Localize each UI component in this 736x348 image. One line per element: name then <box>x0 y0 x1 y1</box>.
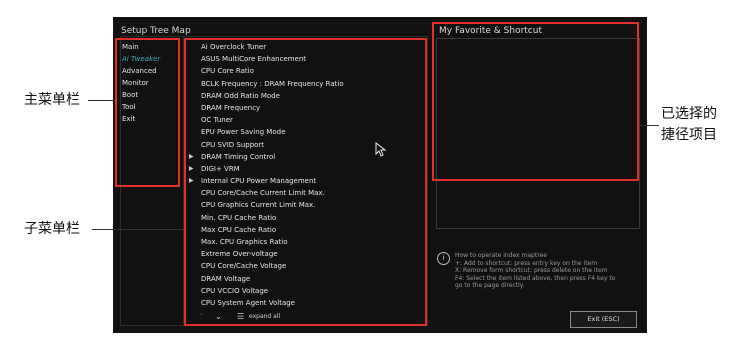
selected-shortcut-annotation-line2: 捷径项目 <box>661 127 717 143</box>
help-line: F4: Select the item listed above, then p… <box>455 274 616 282</box>
main-menu-annotation: 主菜单栏 <box>24 92 80 108</box>
exit-button[interactable]: Exit (ESC) <box>570 311 637 328</box>
submenu-annotation: 子菜单栏 <box>24 221 80 237</box>
main-menu-leader <box>88 100 115 101</box>
help-line: How to operate index maptree <box>455 252 547 259</box>
help-line: X: Remove form shortcut: press delete on… <box>455 267 608 275</box>
tree-map-title: Setup Tree Map <box>121 26 191 36</box>
selected-shortcut-annotation-line1: 已选择的 <box>661 106 717 122</box>
help-line: go to the page directly. <box>455 282 525 290</box>
shortcut-highlight <box>432 22 639 181</box>
help-line: +: Add to shortcut: press entry key on t… <box>455 259 598 267</box>
main-menu-highlight <box>115 38 180 187</box>
help-text: How to operate index maptree +: Add to sh… <box>455 252 615 290</box>
shortcut-leader <box>639 125 659 126</box>
submenu-highlight <box>184 38 427 326</box>
submenu-leader <box>92 229 184 230</box>
info-icon: i <box>437 252 450 265</box>
